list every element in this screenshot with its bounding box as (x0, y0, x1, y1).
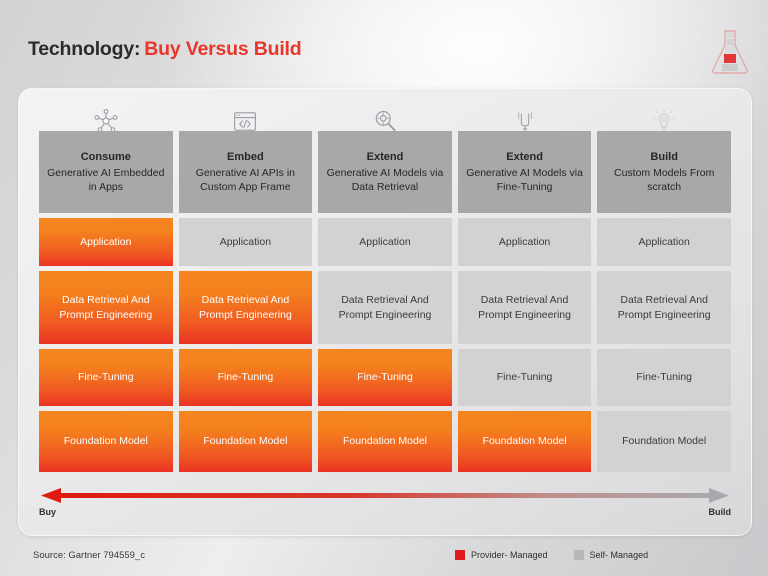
matrix-cell[interactable]: Data Retrieval And Prompt Engineering (318, 271, 452, 344)
legend-label: Self- Managed (589, 550, 649, 560)
matrix-cell[interactable]: Application (318, 218, 452, 266)
column-header-title: Extend (506, 150, 543, 163)
matrix-cell[interactable]: Data Retrieval And Prompt Engineering (457, 271, 592, 344)
source-note: Source: Gartner 794559_c (33, 550, 145, 561)
matrix-cell[interactable]: Data Retrieval And Prompt Engineering (597, 271, 731, 344)
matrix-row-data-retrieval: Data Retrieval And Prompt Engineering Da… (39, 271, 731, 344)
column-header-extend-data-retrieval: Extend Generative AI Models via Data Ret… (318, 131, 452, 213)
page-title-prefix: Technology: (28, 38, 141, 60)
column-header-title: Build (650, 150, 678, 163)
column-header-subtitle: Custom Models From scratch (613, 166, 715, 193)
legend-label: Provider- Managed (471, 550, 548, 560)
flask-logo (708, 26, 752, 76)
matrix-cell[interactable]: Data Retrieval And Prompt Engineering (178, 271, 313, 344)
axis-label-build: Build (708, 507, 732, 517)
column-header-extend-fine-tuning: Extend Generative AI Models via Fine-Tun… (457, 131, 592, 213)
column-header-embed: Embed Generative AI APIs in Custom App F… (178, 131, 313, 213)
matrix-cell[interactable]: Foundation Model (318, 411, 452, 472)
legend-swatch-self (573, 550, 584, 560)
matrix-cell[interactable]: Foundation Model (178, 411, 313, 472)
legend: Provider- Managed Self- Managed (455, 550, 648, 560)
axis-label-buy: Buy (39, 507, 57, 517)
matrix-cell[interactable]: Fine-Tuning (39, 349, 173, 406)
column-header-consume: Consume Generative AI Embedded in Apps (39, 131, 173, 213)
buy-build-axis-arrow (39, 487, 731, 505)
buy-build-matrix: Consume Generative AI Embedded in Apps E… (39, 131, 731, 472)
matrix-cell[interactable]: Fine-Tuning (178, 349, 313, 406)
axis-labels: Buy Build (39, 507, 731, 517)
matrix-cell[interactable]: Foundation Model (597, 411, 731, 472)
matrix-cell[interactable]: Fine-Tuning (318, 349, 452, 406)
page-title: Technology: Buy Versus Build (28, 38, 302, 61)
column-header-title: Embed (227, 150, 264, 163)
legend-item-provider-managed: Provider- Managed (455, 550, 548, 560)
matrix-row-fine-tuning: Fine-Tuning Fine-Tuning Fine-Tuning Fine… (39, 349, 731, 406)
matrix-cell[interactable]: Data Retrieval And Prompt Engineering (39, 271, 173, 344)
column-header-subtitle: Generative AI APIs in Custom App Frame (195, 166, 295, 193)
matrix-cell[interactable]: Foundation Model (457, 411, 592, 472)
page-title-highlight: Buy Versus Build (144, 38, 302, 60)
column-header-subtitle: Generative AI Embedded in Apps (47, 166, 165, 193)
matrix-cell[interactable]: Application (178, 218, 313, 266)
matrix-cell[interactable]: Application (39, 218, 173, 266)
column-header-subtitle: Generative AI Models via Data Retrieval (326, 166, 444, 193)
content-card: Consume Generative AI Embedded in Apps E… (18, 88, 752, 536)
matrix-row-foundation-model: Foundation Model Foundation Model Founda… (39, 411, 731, 472)
column-header-subtitle: Generative AI Models via Fine-Tuning (466, 166, 583, 193)
matrix-cell[interactable]: Fine-Tuning (597, 349, 731, 406)
matrix-header-row: Consume Generative AI Embedded in Apps E… (39, 131, 731, 213)
matrix-cell[interactable]: Fine-Tuning (457, 349, 592, 406)
column-header-title: Extend (366, 150, 404, 163)
column-header-build: Build Custom Models From scratch (597, 131, 731, 213)
column-header-title: Consume (80, 150, 131, 163)
matrix-cell[interactable]: Foundation Model (39, 411, 173, 472)
matrix-cell[interactable]: Application (457, 218, 592, 266)
legend-item-self-managed: Self- Managed (573, 550, 649, 560)
matrix-cell[interactable]: Application (597, 218, 731, 266)
matrix-row-application: Application Application Application Appl… (39, 218, 731, 266)
legend-swatch-provider (455, 550, 465, 560)
